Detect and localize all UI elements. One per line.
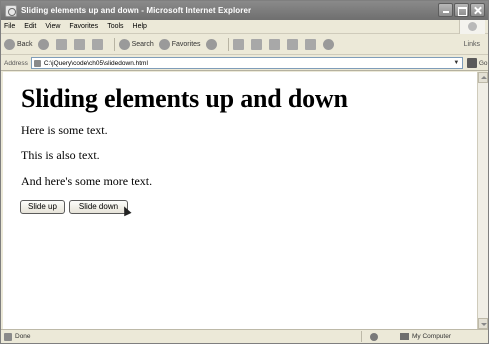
refresh-icon bbox=[73, 39, 85, 50]
home-icon bbox=[91, 39, 103, 50]
stop-button[interactable] bbox=[55, 39, 69, 50]
browser-window: Sliding elements up and down - Microsoft… bbox=[0, 0, 489, 344]
address-url: C:\jQuery\code\ch05\slidedown.html bbox=[43, 59, 148, 67]
ie-logo-icon bbox=[5, 4, 17, 17]
paragraph: Here is some text. bbox=[21, 123, 108, 137]
home-button[interactable] bbox=[91, 39, 105, 50]
page-done-icon bbox=[4, 332, 12, 341]
vertical-scrollbar[interactable] bbox=[477, 72, 488, 329]
menu-help[interactable]: Help bbox=[133, 23, 147, 30]
back-label: Back bbox=[17, 41, 33, 48]
menu-edit[interactable]: Edit bbox=[24, 23, 36, 30]
address-input[interactable]: C:\jQuery\code\ch05\slidedown.html ▼ bbox=[30, 57, 463, 69]
media-icon bbox=[205, 39, 217, 50]
status-text: Done bbox=[15, 333, 31, 340]
menu-bar: File Edit View Favorites Tools Help bbox=[1, 20, 488, 34]
toolbar-divider bbox=[227, 38, 229, 51]
print-button[interactable] bbox=[268, 39, 282, 50]
menu-view[interactable]: View bbox=[45, 23, 60, 30]
links-button[interactable]: Links bbox=[464, 41, 480, 48]
scroll-up-icon[interactable] bbox=[478, 72, 488, 83]
address-bar: Address C:\jQuery\code\ch05\slidedown.ht… bbox=[1, 56, 488, 71]
stop-icon bbox=[55, 39, 67, 50]
search-button[interactable]: Search bbox=[118, 39, 154, 50]
back-arrow-icon bbox=[4, 39, 15, 50]
zone-label: My Computer bbox=[412, 333, 452, 340]
menu-file[interactable]: File bbox=[4, 23, 15, 30]
mouse-pointer-icon bbox=[120, 204, 132, 217]
messenger-icon bbox=[322, 39, 334, 50]
toolbar: Back Search Favorites Links bbox=[1, 35, 488, 55]
windows-logo-icon bbox=[459, 20, 485, 34]
search-icon bbox=[118, 39, 130, 50]
scroll-down-icon[interactable] bbox=[478, 318, 488, 329]
page-title: Sliding elements up and down bbox=[21, 84, 348, 113]
favorites-label: Favorites bbox=[171, 41, 201, 48]
page-icon bbox=[33, 60, 41, 67]
media-button[interactable] bbox=[205, 39, 219, 50]
go-arrow-icon bbox=[466, 58, 477, 68]
star-icon bbox=[158, 39, 170, 50]
back-button[interactable]: Back bbox=[4, 39, 33, 50]
toolbar-divider bbox=[113, 38, 115, 51]
chevron-down-icon[interactable]: ▼ bbox=[452, 59, 461, 68]
mail-icon bbox=[250, 39, 262, 50]
mail-button[interactable] bbox=[250, 39, 264, 50]
security-zone: My Computer bbox=[361, 331, 486, 342]
discuss-button[interactable] bbox=[304, 39, 318, 50]
page-content: Sliding elements up and down Here is som… bbox=[3, 72, 477, 329]
close-button[interactable] bbox=[470, 3, 485, 17]
menu-tools[interactable]: Tools bbox=[107, 23, 123, 30]
go-button[interactable]: Go bbox=[466, 58, 488, 68]
history-icon bbox=[232, 39, 244, 50]
go-label: Go bbox=[478, 59, 488, 67]
status-bar: Done My Computer bbox=[1, 329, 488, 343]
address-label: Address bbox=[4, 59, 28, 67]
computer-icon bbox=[400, 333, 409, 340]
maximize-button[interactable] bbox=[454, 3, 469, 17]
minimize-button[interactable] bbox=[438, 3, 453, 17]
history-button[interactable] bbox=[232, 39, 246, 50]
paragraph: And here's some more text. bbox=[21, 174, 153, 188]
forward-button[interactable] bbox=[37, 39, 51, 50]
favorites-button[interactable]: Favorites bbox=[158, 39, 201, 50]
menu-favorites[interactable]: Favorites bbox=[69, 23, 98, 30]
forward-arrow-icon bbox=[37, 39, 49, 50]
paragraph: This is also text. bbox=[21, 148, 100, 162]
search-label: Search bbox=[131, 41, 154, 48]
edit-icon bbox=[286, 39, 298, 50]
window-title: Sliding elements up and down - Microsoft… bbox=[21, 6, 252, 15]
discuss-icon bbox=[304, 39, 316, 50]
slide-up-button[interactable]: Slide up bbox=[20, 200, 65, 214]
refresh-button[interactable] bbox=[73, 39, 87, 50]
print-icon bbox=[268, 39, 280, 50]
security-icon bbox=[370, 332, 378, 341]
edit-button[interactable] bbox=[286, 39, 300, 50]
slide-down-button[interactable]: Slide down bbox=[69, 200, 128, 214]
title-bar: Sliding elements up and down - Microsoft… bbox=[1, 1, 488, 20]
window-controls bbox=[438, 3, 485, 17]
messenger-button[interactable] bbox=[322, 39, 336, 50]
